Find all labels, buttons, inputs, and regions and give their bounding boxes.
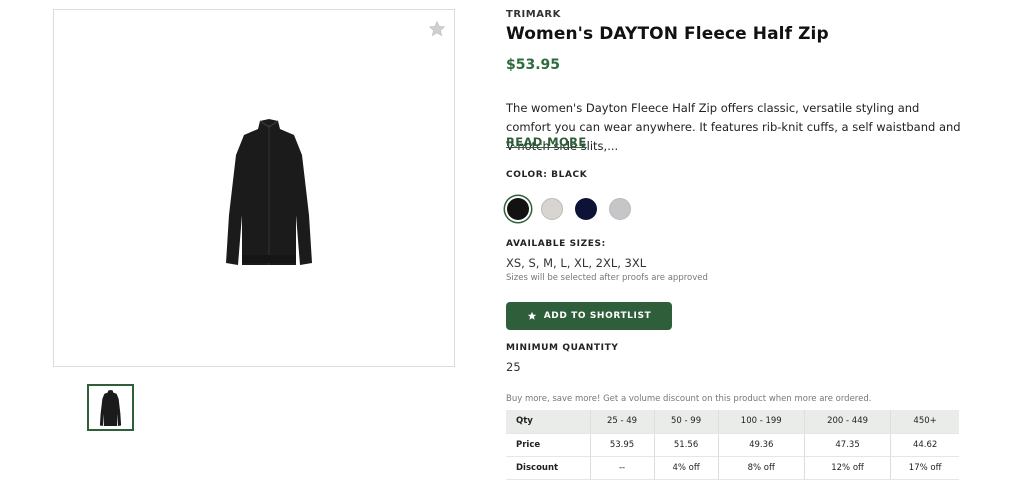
swatch-heather[interactable]: [541, 198, 563, 220]
price-cell: 51.56: [654, 433, 719, 457]
header-cell: 200 - 449: [804, 410, 892, 434]
swatch-grey[interactable]: [609, 198, 631, 220]
discount-cell: --: [590, 456, 655, 480]
pricing-table: Qty 25 - 49 50 - 99 100 - 199 200 - 449 …: [506, 410, 959, 480]
thumbnail-jacket-image: [99, 389, 122, 426]
add-to-shortlist-button[interactable]: ADD TO SHORTLIST: [506, 302, 672, 330]
discount-cell: 8% off: [718, 456, 805, 480]
available-sizes: XS, S, M, L, XL, 2XL, 3XL: [506, 256, 647, 270]
header-cell: Qty: [506, 410, 591, 434]
star-icon: [527, 311, 536, 320]
discount-cell: 4% off: [654, 456, 719, 480]
price-cell: 47.35: [804, 433, 892, 457]
volume-discount-note: Buy more, save more! Get a volume discou…: [506, 394, 872, 404]
thumbnail-image[interactable]: [87, 384, 134, 431]
discount-cell: 17% off: [890, 456, 959, 480]
price-cell: 49.36: [718, 433, 805, 457]
product-price: $53.95: [506, 57, 561, 73]
price-cell: 44.62: [890, 433, 959, 457]
price-cell: 53.95: [590, 433, 655, 457]
discount-row: Discount -- 4% off 8% off 12% off 17% of…: [506, 456, 959, 480]
minimum-quantity-label: MINIMUM QUANTITY: [506, 343, 619, 353]
brand-name: TRIMARK: [506, 9, 561, 20]
row-label: Discount: [506, 456, 591, 480]
read-more-link[interactable]: READ MORE: [506, 135, 587, 149]
minimum-quantity-value: 25: [506, 360, 521, 374]
price-row: Price 53.95 51.56 49.36 47.35 44.62: [506, 433, 959, 457]
color-label: COLOR: BLACK: [506, 170, 588, 180]
sizes-label: AVAILABLE SIZES:: [506, 239, 606, 249]
add-to-shortlist-label: ADD TO SHORTLIST: [543, 311, 652, 321]
product-title: Women's DAYTON Fleece Half Zip: [506, 24, 829, 44]
jacket-image: [226, 119, 312, 265]
header-cell: 25 - 49: [590, 410, 655, 434]
header-cell: 450+: [890, 410, 959, 434]
favorite-star-icon[interactable]: [428, 20, 446, 38]
sizes-note: Sizes will be selected after proofs are …: [506, 273, 708, 283]
row-label: Price: [506, 433, 591, 457]
pricing-header-row: Qty 25 - 49 50 - 99 100 - 199 200 - 449 …: [506, 410, 959, 434]
header-cell: 100 - 199: [718, 410, 805, 434]
discount-cell: 12% off: [804, 456, 892, 480]
swatch-navy[interactable]: [575, 198, 597, 220]
swatch-black[interactable]: [507, 198, 529, 220]
main-product-image[interactable]: [53, 9, 455, 367]
header-cell: 50 - 99: [654, 410, 719, 434]
